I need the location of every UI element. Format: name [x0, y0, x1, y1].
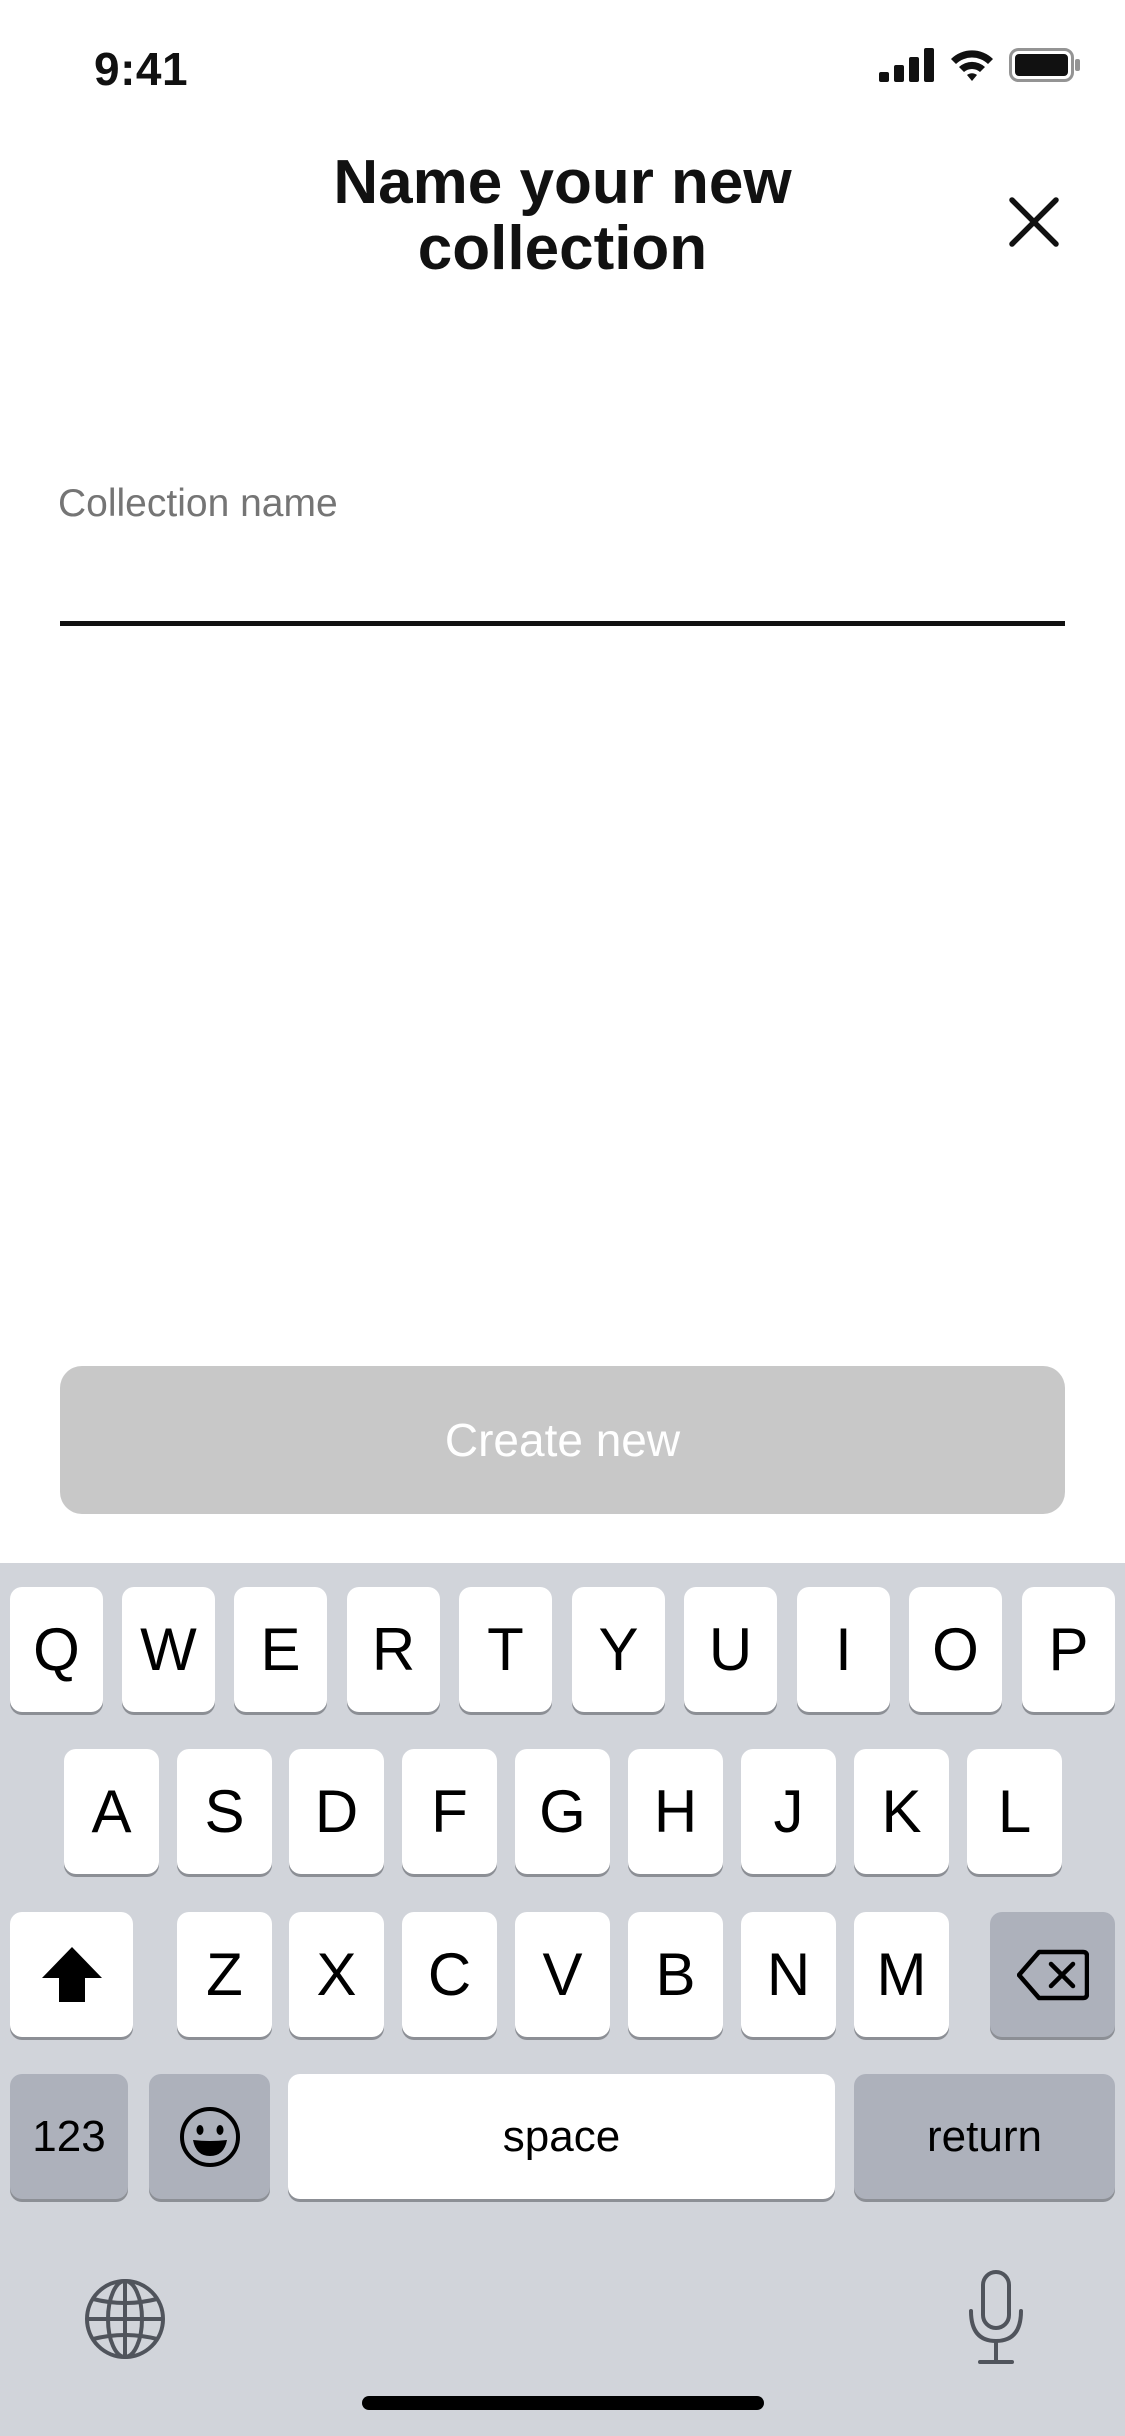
microphone-button[interactable]	[966, 2269, 1026, 2367]
input-underline	[60, 621, 1065, 626]
key-h[interactable]: H	[628, 1749, 723, 1874]
backspace-icon	[1016, 1949, 1089, 2000]
microphone-icon	[969, 2270, 1023, 2364]
collection-name-label: Collection name	[58, 482, 338, 525]
key-q[interactable]: Q	[10, 1587, 103, 1712]
key-k[interactable]: K	[854, 1749, 949, 1874]
numbers-key[interactable]: 123	[10, 2074, 128, 2199]
shift-key[interactable]	[10, 1912, 133, 2037]
page-title-line-2: collection	[417, 214, 708, 283]
key-j[interactable]: J	[741, 1749, 836, 1874]
key-z[interactable]: Z	[177, 1912, 272, 2037]
key-i[interactable]: I	[797, 1587, 890, 1712]
key-l[interactable]: L	[967, 1749, 1062, 1874]
shift-icon	[41, 1946, 102, 2002]
page-title: Name your new collection	[0, 150, 1125, 282]
emoji-key[interactable]	[149, 2074, 270, 2199]
key-b[interactable]: B	[628, 1912, 723, 2037]
key-t[interactable]: T	[459, 1587, 552, 1712]
home-indicator	[362, 2396, 764, 2410]
signal-icon	[879, 48, 934, 82]
page-title-line-1: Name your new	[333, 148, 792, 217]
key-g[interactable]: G	[515, 1749, 610, 1874]
key-c[interactable]: C	[402, 1912, 497, 2037]
keyboard: Q W E R T Y U I O P A S D F G H J K L Z …	[0, 1563, 1125, 2436]
key-f[interactable]: F	[402, 1749, 497, 1874]
status-time: 9:41	[94, 43, 189, 95]
key-w[interactable]: W	[122, 1587, 215, 1712]
globe-button[interactable]	[82, 2276, 168, 2362]
create-new-button-label: Create new	[444, 1414, 681, 1466]
key-u[interactable]: U	[684, 1587, 777, 1712]
key-p[interactable]: P	[1022, 1587, 1115, 1712]
return-key[interactable]: return	[854, 2074, 1115, 2199]
status-icons	[879, 48, 1081, 82]
key-x[interactable]: X	[289, 1912, 384, 2037]
key-d[interactable]: D	[289, 1749, 384, 1874]
key-n[interactable]: N	[741, 1912, 836, 2037]
collection-name-input[interactable]	[58, 540, 1064, 620]
space-key[interactable]: space	[288, 2074, 835, 2199]
close-icon	[1009, 197, 1059, 247]
close-button[interactable]	[1004, 192, 1064, 252]
wifi-icon	[951, 50, 993, 81]
globe-icon	[85, 2279, 165, 2359]
key-r[interactable]: R	[347, 1587, 440, 1712]
key-s[interactable]: S	[177, 1749, 272, 1874]
key-a[interactable]: A	[64, 1749, 159, 1874]
key-y[interactable]: Y	[572, 1587, 665, 1712]
key-m[interactable]: M	[854, 1912, 949, 2037]
battery-icon	[1009, 48, 1080, 82]
key-v[interactable]: V	[515, 1912, 610, 2037]
create-new-button[interactable]: Create new	[60, 1366, 1065, 1514]
key-e[interactable]: E	[234, 1587, 327, 1712]
key-o[interactable]: O	[909, 1587, 1002, 1712]
backspace-key[interactable]	[990, 1912, 1115, 2037]
emoji-icon	[179, 2106, 240, 2167]
